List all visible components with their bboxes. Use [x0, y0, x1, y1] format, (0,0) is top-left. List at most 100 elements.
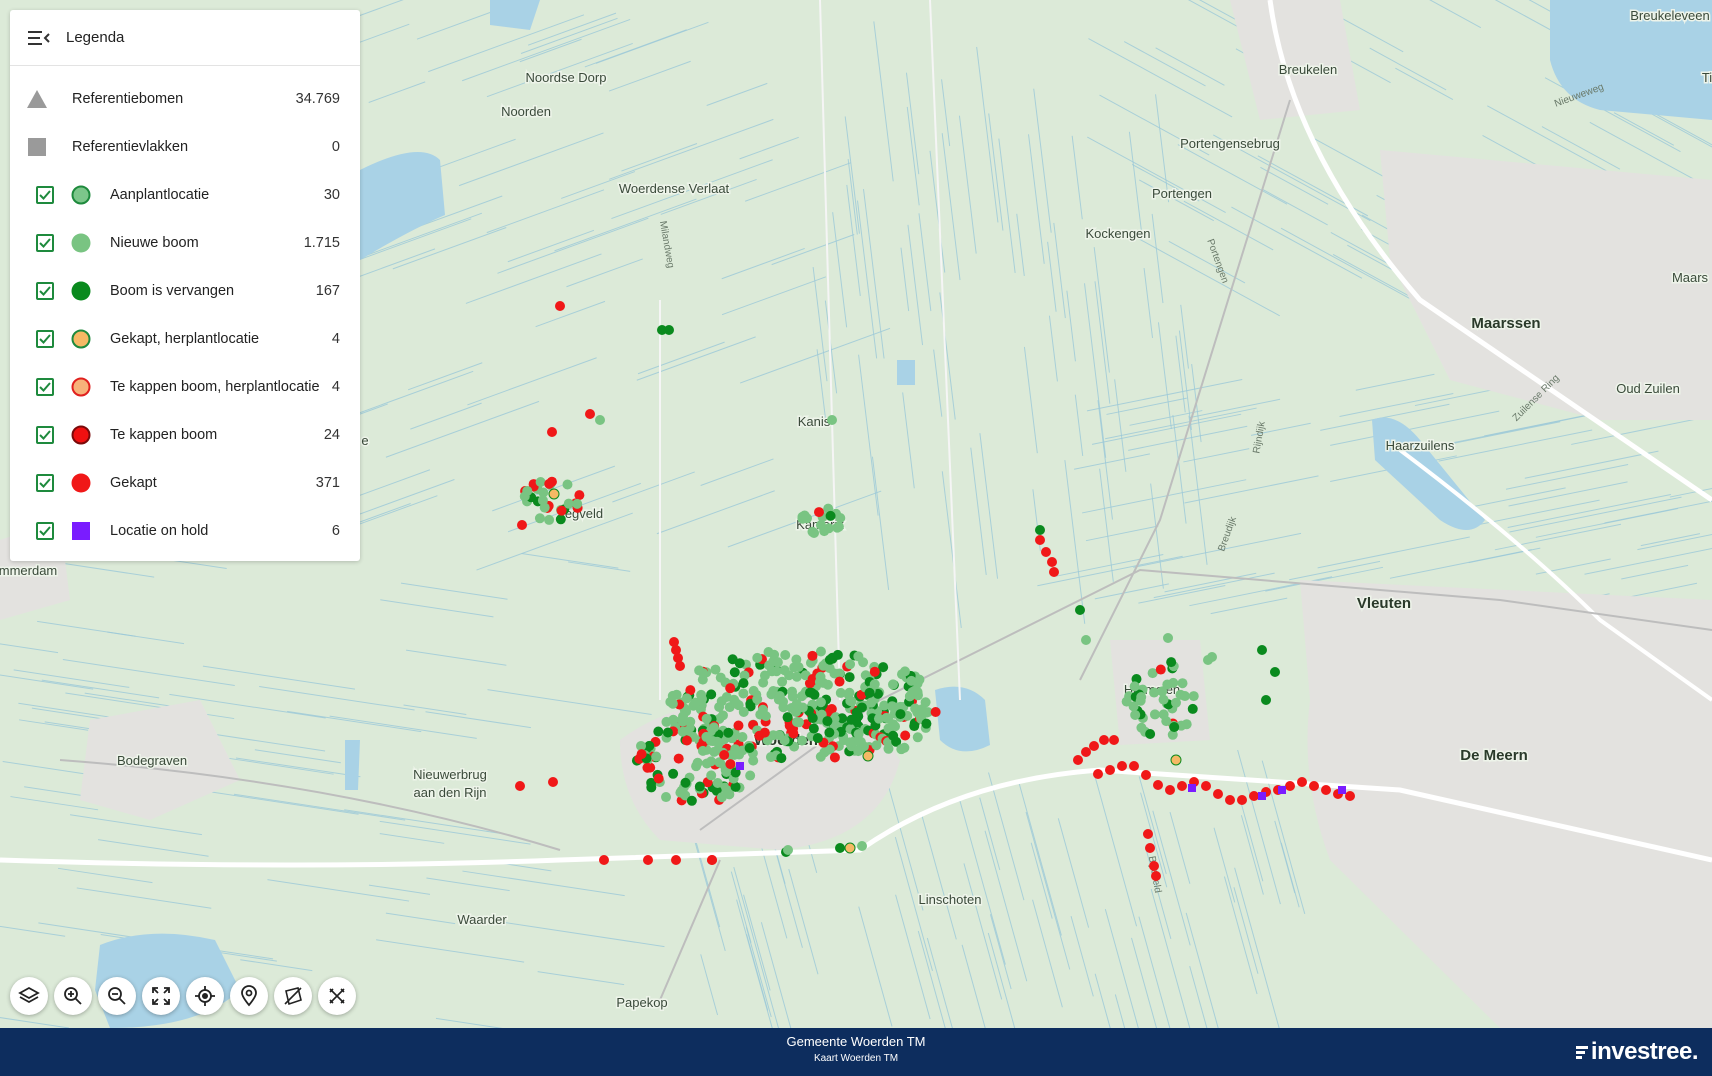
- new-tree-marker[interactable]: [1158, 709, 1169, 720]
- felled-tree-marker[interactable]: [574, 490, 585, 501]
- new-tree-marker[interactable]: [692, 757, 703, 768]
- replaced-tree-marker[interactable]: [694, 781, 705, 792]
- legend-item[interactable]: Referentievlakken 0: [10, 123, 360, 171]
- new-tree-marker[interactable]: [745, 770, 756, 781]
- new-tree-marker[interactable]: [563, 498, 574, 509]
- replaced-tree-marker[interactable]: [782, 712, 793, 723]
- new-tree-marker[interactable]: [759, 670, 770, 681]
- replaced-tree-marker[interactable]: [1187, 703, 1198, 714]
- felled-tree-marker[interactable]: [1249, 791, 1259, 801]
- felled-tree-marker[interactable]: [1345, 791, 1355, 801]
- new-tree-marker[interactable]: [668, 714, 679, 725]
- new-tree-marker[interactable]: [906, 675, 917, 686]
- felled-tree-marker[interactable]: [548, 777, 558, 787]
- felled-tree-marker[interactable]: [1285, 781, 1295, 791]
- replaced-tree-marker[interactable]: [846, 714, 857, 725]
- new-tree-marker[interactable]: [771, 666, 782, 677]
- new-tree-marker[interactable]: [778, 702, 789, 713]
- new-tree-marker[interactable]: [697, 745, 708, 756]
- felled-tree-marker[interactable]: [1149, 861, 1159, 871]
- felled-tree-marker[interactable]: [1145, 843, 1155, 853]
- new-tree-marker[interactable]: [888, 679, 899, 690]
- replaced-tree-marker[interactable]: [723, 727, 734, 738]
- measure-area-button[interactable]: [274, 977, 312, 1015]
- felled-tree-marker[interactable]: [1177, 781, 1187, 791]
- new-tree-marker[interactable]: [873, 713, 884, 724]
- new-tree-marker[interactable]: [752, 694, 763, 705]
- legend-item[interactable]: Te kappen boom, herplantlocatie 4: [10, 363, 360, 411]
- felled-tree-marker[interactable]: [585, 409, 595, 419]
- new-tree-marker[interactable]: [857, 841, 867, 851]
- herplant-marker[interactable]: [844, 842, 856, 854]
- replaced-tree-marker[interactable]: [706, 689, 717, 700]
- felled-tree-marker[interactable]: [1165, 785, 1175, 795]
- replaced-tree-marker[interactable]: [1166, 657, 1177, 668]
- felled-tree-marker[interactable]: [1117, 761, 1127, 771]
- locate-button[interactable]: [186, 977, 224, 1015]
- new-tree-marker[interactable]: [799, 510, 810, 521]
- new-tree-marker[interactable]: [595, 415, 605, 425]
- new-tree-marker[interactable]: [731, 698, 742, 709]
- new-tree-marker[interactable]: [562, 479, 573, 490]
- new-tree-marker[interactable]: [1162, 679, 1173, 690]
- on-hold-marker[interactable]: [736, 762, 744, 770]
- replaced-tree-marker[interactable]: [822, 716, 833, 727]
- replaced-tree-marker[interactable]: [1075, 605, 1085, 615]
- new-tree-marker[interactable]: [858, 657, 869, 668]
- new-tree-marker[interactable]: [1081, 635, 1091, 645]
- felled-tree-marker[interactable]: [1237, 795, 1247, 805]
- new-tree-marker[interactable]: [678, 711, 689, 722]
- new-tree-marker[interactable]: [814, 676, 825, 687]
- new-tree-marker[interactable]: [701, 731, 712, 742]
- new-tree-marker[interactable]: [1130, 709, 1141, 720]
- legend-checkbox[interactable]: [36, 234, 54, 252]
- replaced-tree-marker[interactable]: [824, 727, 835, 738]
- new-tree-marker[interactable]: [909, 685, 920, 696]
- new-tree-marker[interactable]: [853, 729, 864, 740]
- new-tree-marker[interactable]: [721, 692, 732, 703]
- replaced-tree-marker[interactable]: [1270, 667, 1280, 677]
- new-tree-marker[interactable]: [667, 690, 678, 701]
- felled-tree-marker[interactable]: [555, 301, 565, 311]
- felled-tree-marker[interactable]: [1089, 741, 1099, 751]
- new-tree-marker[interactable]: [1188, 691, 1199, 702]
- new-tree-marker[interactable]: [539, 502, 550, 513]
- replaced-tree-marker[interactable]: [653, 726, 664, 737]
- legend-checkbox[interactable]: [36, 426, 54, 444]
- replaced-tree-marker[interactable]: [776, 753, 787, 764]
- new-tree-marker[interactable]: [544, 514, 555, 525]
- replaced-tree-marker[interactable]: [844, 672, 855, 683]
- replaced-tree-marker[interactable]: [827, 652, 838, 663]
- felled-tree-marker[interactable]: [707, 855, 717, 865]
- new-tree-marker[interactable]: [1203, 655, 1213, 665]
- felled-tree-marker[interactable]: [643, 855, 653, 865]
- new-tree-marker[interactable]: [774, 692, 785, 703]
- new-tree-marker[interactable]: [717, 710, 728, 721]
- collapse-menu-icon[interactable]: [28, 30, 50, 46]
- replaced-tree-marker[interactable]: [812, 733, 823, 744]
- legend-item[interactable]: Aanplantlocatie 30: [10, 171, 360, 219]
- felled-tree-marker[interactable]: [1049, 567, 1059, 577]
- felled-tree-marker[interactable]: [1297, 777, 1307, 787]
- replaced-tree-marker[interactable]: [835, 843, 845, 853]
- new-tree-marker[interactable]: [1136, 722, 1147, 733]
- felled-tree-marker[interactable]: [1093, 769, 1103, 779]
- replaced-tree-marker[interactable]: [555, 514, 566, 525]
- new-tree-marker[interactable]: [708, 722, 719, 733]
- replaced-tree-marker[interactable]: [909, 721, 920, 732]
- new-tree-marker[interactable]: [833, 521, 844, 532]
- new-tree-marker[interactable]: [919, 706, 930, 717]
- felled-tree-marker[interactable]: [547, 427, 557, 437]
- felled-tree-marker[interactable]: [1143, 829, 1153, 839]
- new-tree-marker[interactable]: [706, 770, 717, 781]
- new-tree-marker[interactable]: [883, 743, 894, 754]
- legend-item[interactable]: Te kappen boom 24: [10, 411, 360, 459]
- felled-tree-marker[interactable]: [544, 478, 555, 489]
- felled-tree-marker[interactable]: [1073, 755, 1083, 765]
- new-tree-marker[interactable]: [774, 730, 785, 741]
- new-tree-marker[interactable]: [845, 695, 856, 706]
- felled-tree-marker[interactable]: [671, 855, 681, 865]
- marker-button[interactable]: [230, 977, 268, 1015]
- felled-tree-marker[interactable]: [1099, 735, 1109, 745]
- felled-tree-marker[interactable]: [517, 520, 527, 530]
